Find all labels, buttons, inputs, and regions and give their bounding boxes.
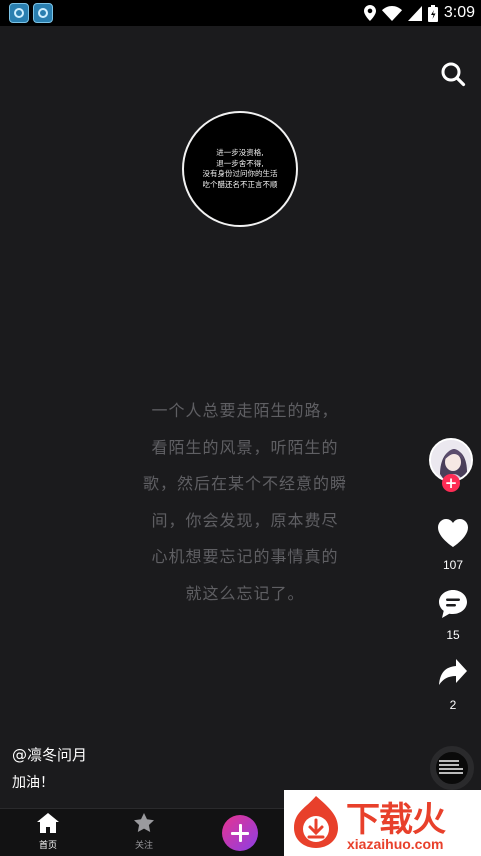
author-username[interactable]: @凛冬问月: [12, 744, 87, 765]
star-icon: [134, 813, 154, 832]
video-text-overlay: 一个人总要走陌生的路， 看陌生的风景，听陌生的 歌，然后在某个不经意的瞬 间，你…: [120, 393, 370, 612]
mini-disc-text: [436, 752, 468, 774]
tab-home[interactable]: 首页: [18, 813, 78, 851]
poem-line: 看陌生的风景，听陌生的: [151, 437, 339, 457]
clock: 3:09: [443, 4, 475, 21]
tab-follow-label: 关注: [134, 841, 153, 851]
battery-icon: [427, 4, 438, 22]
heart-icon[interactable]: [437, 518, 469, 548]
mini-disc-line: [439, 764, 459, 766]
create-post-button[interactable]: [222, 815, 258, 851]
disc-text: 进一步没资格, 退一步舍不得, 没有身份过问你的生活 吃个醋还名不正言不顺: [203, 148, 278, 190]
watermark-url: xiazaihuo.com: [347, 836, 444, 852]
disc-line: 没有身份过问你的生活: [202, 169, 278, 178]
watermark-title: 下载火: [346, 800, 446, 840]
watermark-logo: [294, 796, 338, 848]
mini-disc-line: [439, 772, 463, 774]
app-icon: [9, 3, 29, 23]
watermark: 下载火 xiazaihuo.com: [284, 790, 481, 856]
poem-line: 心机想要忘记的事情真的: [151, 547, 339, 566]
music-disc-small[interactable]: [430, 746, 474, 790]
home-icon: [37, 813, 59, 833]
share-count: 2: [449, 698, 457, 712]
comment-icon[interactable]: [438, 589, 468, 619]
location-icon: [363, 5, 376, 21]
post-caption: 加油！: [12, 775, 54, 791]
search-icon[interactable]: [440, 61, 466, 87]
follow-button[interactable]: +: [442, 474, 460, 492]
like-count: 107: [442, 558, 464, 572]
mini-disc-line: [439, 768, 463, 770]
poem-line: 一个人总要走陌生的路，: [151, 401, 339, 420]
poem-line: 间，你会发现，原本费尽: [151, 510, 339, 530]
poem-line: 歌，然后在某个不经意的瞬: [142, 474, 347, 493]
status-bar: 3:09: [0, 0, 481, 26]
share-icon[interactable]: [438, 658, 468, 686]
disc-line: 退一步舍不得,: [216, 158, 264, 168]
comment-count: 15: [446, 628, 460, 642]
disc-line: 进一步没资格,: [216, 148, 264, 157]
music-disc[interactable]: 进一步没资格, 退一步舍不得, 没有身份过问你的生活 吃个醋还名不正言不顺: [182, 111, 298, 227]
status-indicators: 3:09: [363, 0, 475, 26]
disc-line: 吃个醋还名不正言不顺: [202, 179, 278, 189]
poem-line: 就这么忘记了。: [185, 583, 305, 603]
signal-icon: [407, 5, 422, 21]
wifi-icon: [381, 5, 402, 21]
tab-follow[interactable]: 关注: [114, 813, 174, 851]
tab-home-label: 首页: [38, 841, 57, 851]
app-icon: [33, 3, 53, 23]
mini-disc-line: [439, 760, 459, 762]
